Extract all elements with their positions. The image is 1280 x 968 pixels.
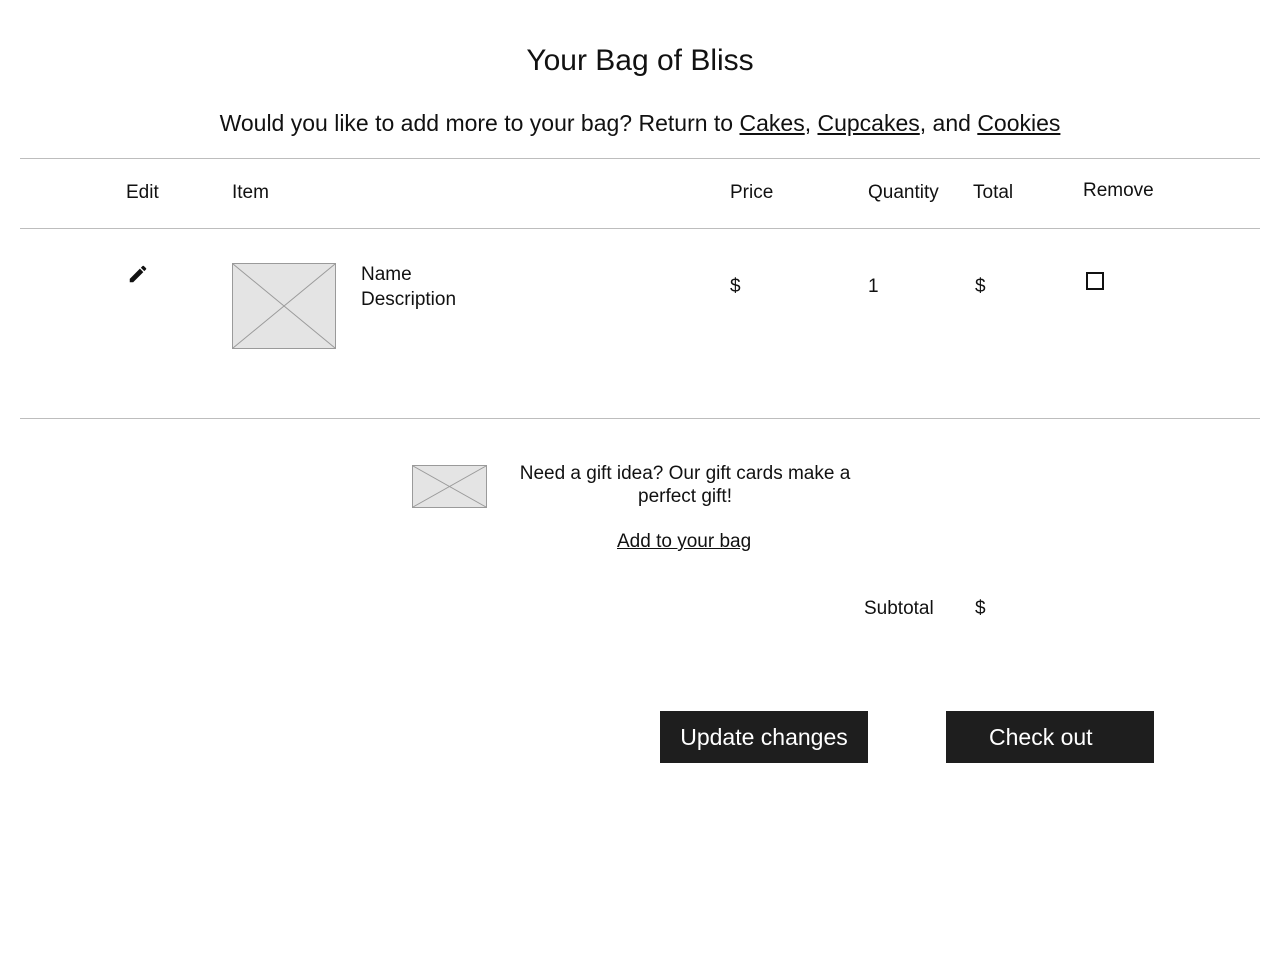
cupcakes-link[interactable]: Cupcakes bbox=[817, 110, 919, 136]
prompt-text: Would you like to add more to your bag? … bbox=[219, 110, 740, 136]
remove-checkbox[interactable] bbox=[1086, 272, 1104, 290]
subtotal-value: $ bbox=[975, 598, 986, 619]
header-total: Total bbox=[973, 182, 1014, 203]
cookies-link[interactable]: Cookies bbox=[977, 110, 1060, 136]
item-description: Description bbox=[361, 289, 457, 310]
product-image-placeholder bbox=[232, 263, 336, 349]
separator: , bbox=[804, 110, 818, 136]
continue-shopping-prompt: Would you like to add more to your bag? … bbox=[0, 110, 1280, 137]
image-placeholder-icon bbox=[233, 264, 335, 348]
item-name: Name bbox=[361, 264, 412, 285]
gift-card-image-placeholder bbox=[412, 465, 487, 508]
pencil-icon-graphic bbox=[129, 265, 147, 283]
header-quantity: Quantity bbox=[868, 182, 939, 203]
pencil-icon[interactable] bbox=[127, 263, 149, 285]
item-quantity[interactable]: 1 bbox=[868, 276, 879, 298]
page-title: Your Bag of Bliss bbox=[526, 44, 754, 77]
add-gift-card-link[interactable]: Add to your bag bbox=[617, 531, 751, 553]
header-edit: Edit bbox=[126, 182, 159, 203]
gift-card-promo-text: Need a gift idea? Our gift cards make a … bbox=[519, 463, 851, 507]
update-changes-button[interactable]: Update changes bbox=[660, 711, 868, 763]
item-price: $ bbox=[730, 276, 741, 297]
table-bottom-divider bbox=[20, 418, 1260, 419]
table-top-divider bbox=[20, 158, 1260, 159]
image-placeholder-icon bbox=[413, 466, 486, 507]
header-price: Price bbox=[730, 182, 774, 203]
checkout-button[interactable]: Check out bbox=[946, 711, 1154, 763]
separator: , and bbox=[919, 110, 978, 136]
cakes-link[interactable]: Cakes bbox=[740, 110, 805, 136]
header-remove: Remove bbox=[1083, 180, 1154, 201]
subtotal-label: Subtotal bbox=[864, 598, 934, 619]
header-item: Item bbox=[232, 182, 269, 203]
item-total: $ bbox=[975, 276, 986, 297]
header-divider bbox=[20, 228, 1260, 229]
